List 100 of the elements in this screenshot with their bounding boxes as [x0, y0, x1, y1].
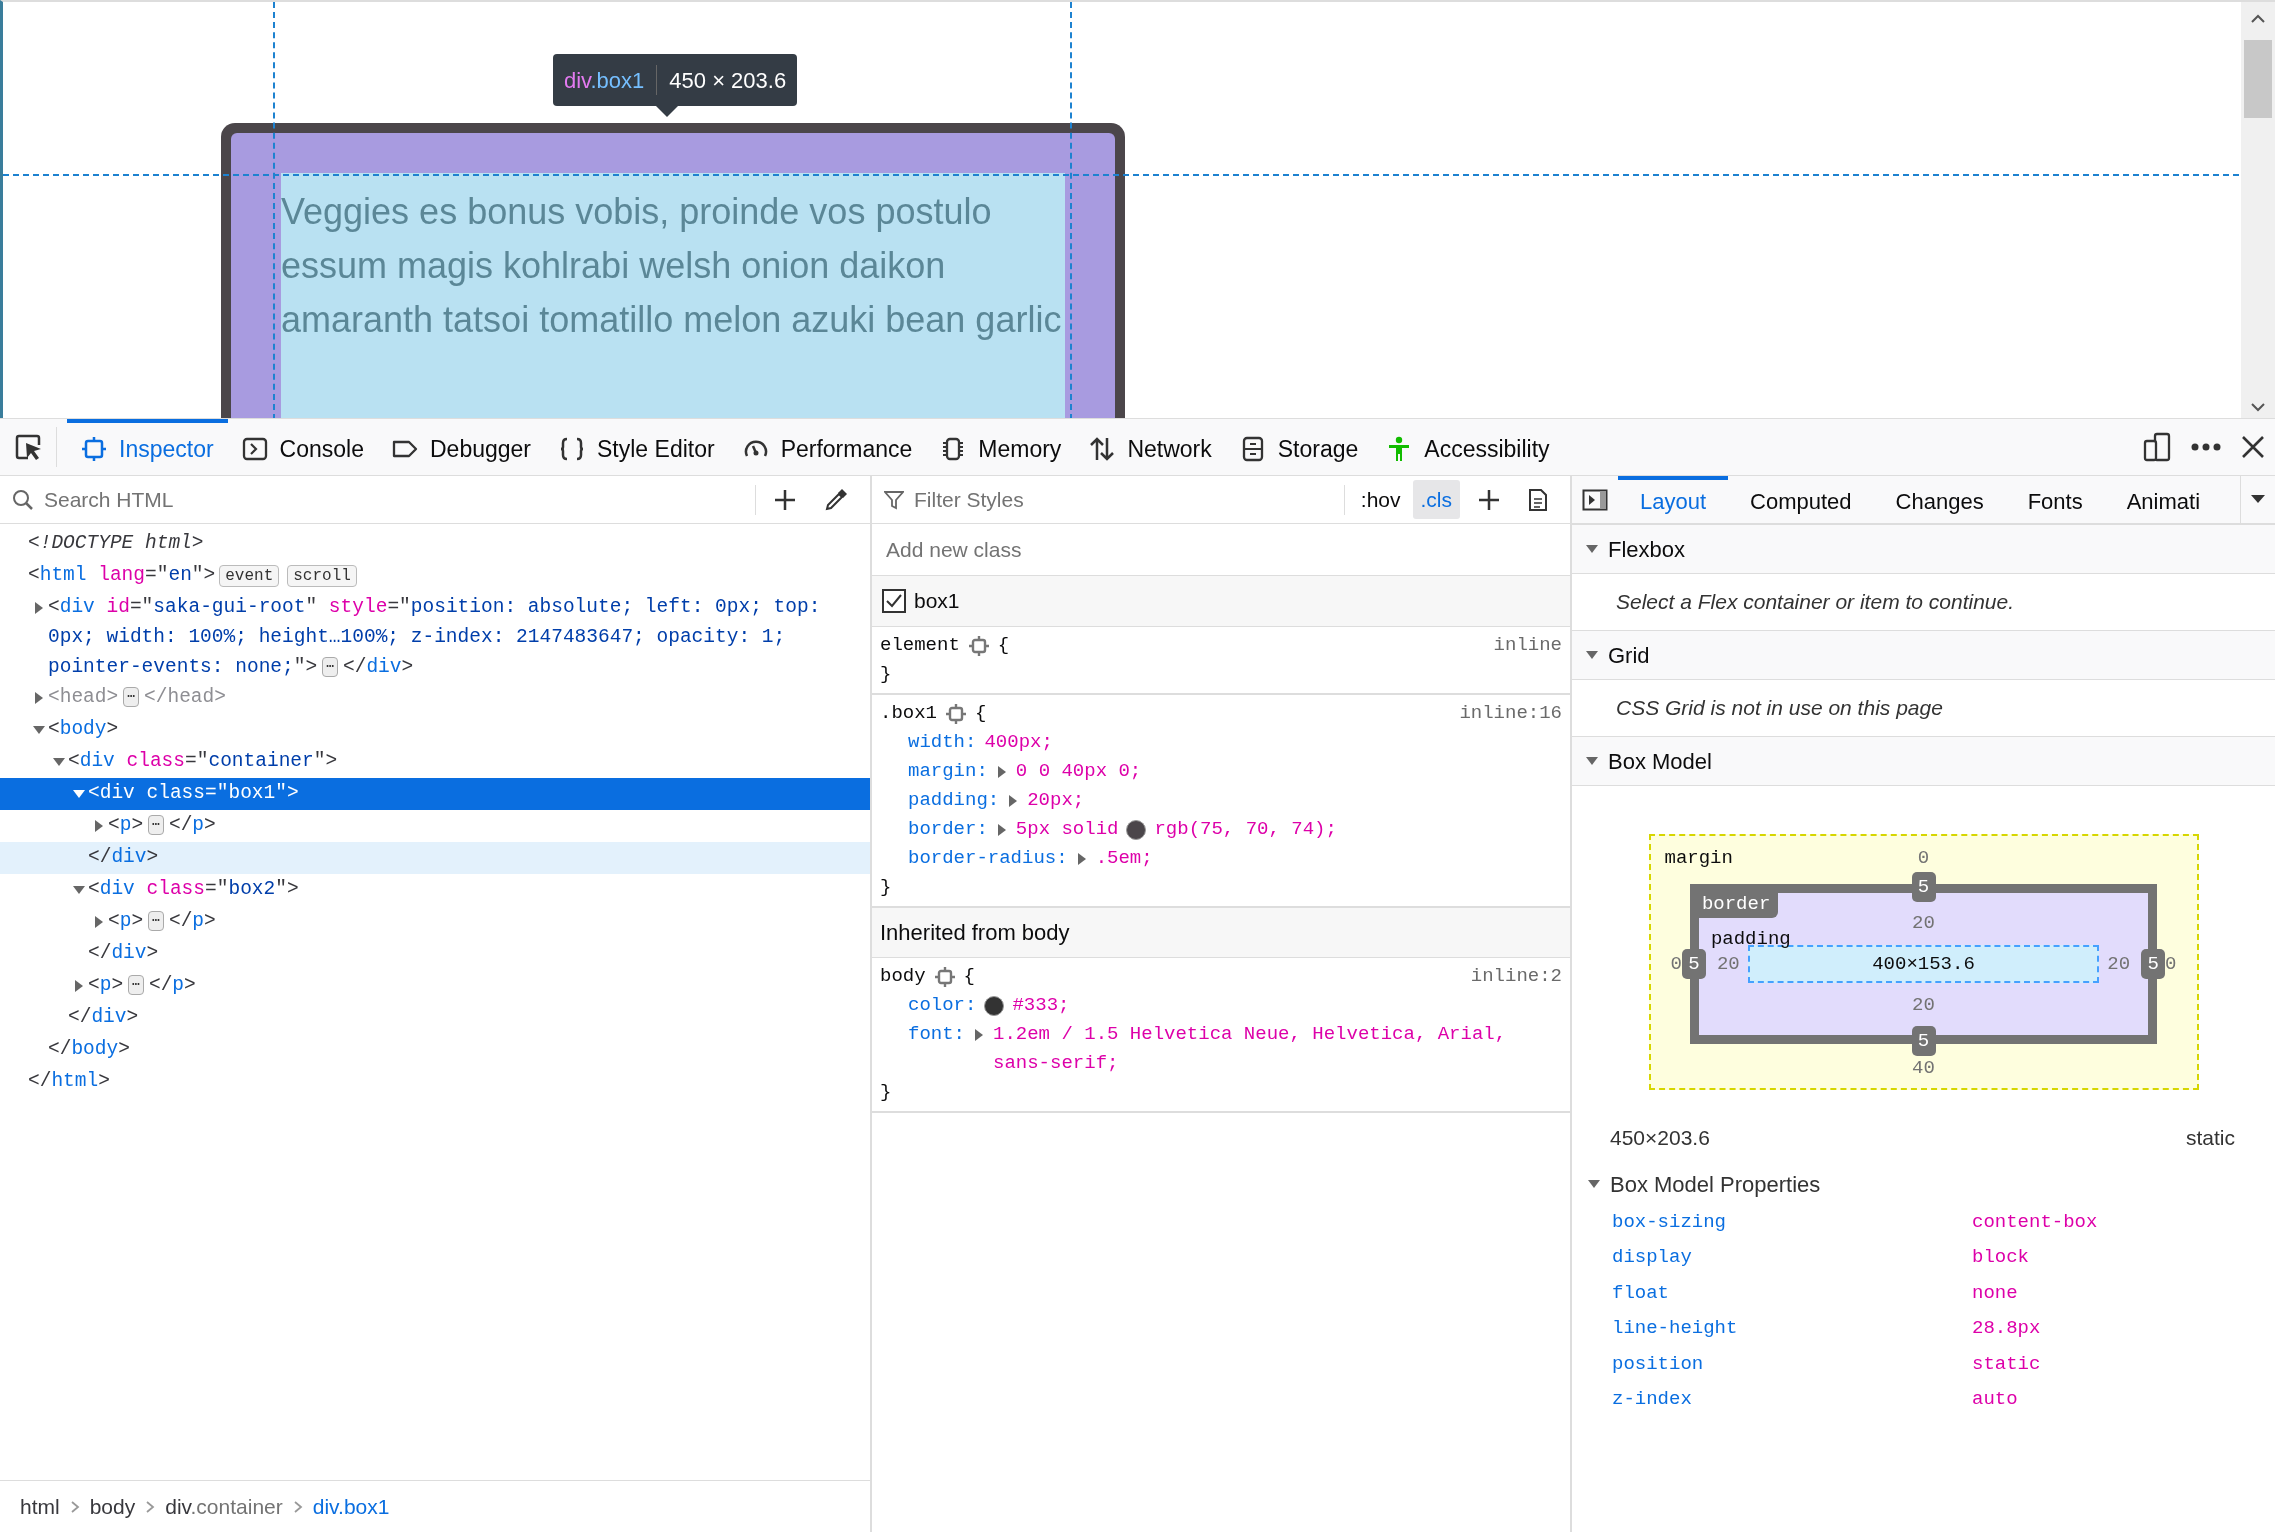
collapsed-content-button[interactable]: ⋯	[123, 686, 140, 707]
collapsed-content-button[interactable]: ⋯	[128, 974, 144, 995]
tree-row[interactable]: </div>	[0, 938, 870, 970]
border-value: 5	[1911, 872, 1936, 902]
tree-row[interactable]: <p> ⋯ </p>	[0, 970, 870, 1002]
tool-tab[interactable]: Storage	[1225, 419, 1373, 475]
rule-source-link[interactable]: inline:16	[1459, 699, 1562, 728]
markup-text: <p>	[108, 910, 144, 932]
expand-triangle-icon[interactable]	[93, 916, 105, 928]
expand-triangle-icon[interactable]	[995, 766, 1008, 778]
more-icon	[2191, 443, 2221, 451]
event-badge[interactable]: scroll	[287, 565, 357, 587]
expand-triangle-icon[interactable]	[73, 884, 85, 896]
caret-icon	[2251, 495, 2265, 504]
tool-tab[interactable]: Network	[1075, 419, 1226, 475]
expand-triangle-icon[interactable]	[1586, 543, 1598, 555]
open-brace: {	[997, 633, 1010, 658]
scrollbar-thumb[interactable]	[2244, 40, 2272, 118]
markup-text: </div>	[68, 1006, 139, 1028]
tool-tab[interactable]: Performance	[728, 419, 927, 475]
rule-source-link[interactable]: inline:2	[1470, 962, 1562, 991]
expand-triangle-icon[interactable]	[33, 724, 45, 736]
properties-header[interactable]: Box Model Properties	[1572, 1153, 2275, 1205]
section-header[interactable]: Box Model	[1572, 736, 2275, 786]
section-header[interactable]: Flexbox	[1572, 524, 2275, 574]
tree-row[interactable]: <div id="saka-gui-root" style="position: absolute; left: 0px; top: 0px; width: 100%; height…100%; z-index: 2147483647; opacity: 1; pointer-events: none;"> ⋯ </div>	[0, 592, 870, 682]
close-brace: }	[880, 876, 892, 898]
breadcrumb-item[interactable]: div.box1	[312, 1490, 390, 1523]
scroll-up-icon[interactable]	[2250, 14, 2266, 24]
sidebar-tab[interactable]: Fonts	[2005, 476, 2105, 523]
tree-row[interactable]: <html lang="en"> event scroll	[0, 560, 870, 592]
property-name: color:	[908, 993, 977, 1018]
tree-row[interactable]: <body>	[0, 714, 870, 746]
toggle-button[interactable]: :hov	[1352, 479, 1409, 520]
event-badge[interactable]: event	[219, 565, 280, 587]
expand-triangle-icon[interactable]	[93, 820, 105, 832]
tree-row[interactable]: <head> ⋯ </head>	[0, 682, 870, 714]
rule-source-link[interactable]: inline	[1493, 631, 1562, 660]
tree-row[interactable]: <div class="container">	[0, 746, 870, 778]
plus-icon	[1478, 488, 1500, 511]
property-name: border-radius:	[908, 846, 1068, 871]
tree-row[interactable]: </html>	[0, 1066, 870, 1098]
tree-row[interactable]: <p> ⋯ </p>	[0, 906, 870, 938]
tree-row[interactable]: </div>	[0, 1002, 870, 1034]
search-field[interactable]: Search HTML	[42, 482, 747, 517]
expand-triangle-icon[interactable]	[33, 692, 45, 704]
tree-row[interactable]: <!DOCTYPE html>	[0, 528, 870, 560]
tool-tab[interactable]: Memory	[926, 419, 1076, 475]
expand-triangle-icon[interactable]	[1586, 755, 1598, 767]
expand-triangle-icon[interactable]	[1586, 649, 1598, 661]
property-value: auto	[1972, 1388, 2018, 1410]
collapsed-content-button[interactable]: ⋯	[322, 656, 338, 677]
property-value: .5em;	[1095, 846, 1153, 871]
expand-triangle-icon[interactable]	[995, 824, 1008, 836]
breadcrumb-item[interactable]: html	[20, 1490, 60, 1523]
markup-text: </head>	[144, 686, 226, 708]
open-brace: {	[963, 964, 975, 989]
tool-tab[interactable]: Inspector	[67, 419, 228, 475]
tool-tab[interactable]: Accessibility	[1372, 419, 1564, 475]
filter-field[interactable]: Filter Styles	[912, 482, 1336, 517]
expand-triangle-icon[interactable]	[1075, 853, 1088, 865]
expand-triangle-icon[interactable]	[1588, 1178, 1600, 1190]
section-header[interactable]: Grid	[1572, 630, 2275, 680]
breadcrumb-item[interactable]: div.container	[165, 1490, 283, 1523]
tree-row[interactable]: <p> ⋯ </p>	[0, 810, 870, 842]
node-highlight-icon[interactable]	[945, 702, 967, 725]
tree-row[interactable]: <div class="box2">	[0, 874, 870, 906]
expand-triangle-icon[interactable]	[73, 980, 85, 992]
breadcrumb-item[interactable]: body	[89, 1490, 136, 1523]
collapsed-content-button[interactable]: ⋯	[148, 814, 164, 835]
tree-row[interactable]: <div class="box1">	[0, 778, 870, 810]
tree-row[interactable]: </body>	[0, 1034, 870, 1066]
sidebar-tab[interactable]: Computed	[1728, 476, 1874, 523]
collapsed-content-button[interactable]: ⋯	[148, 910, 164, 931]
open-brace: {	[975, 701, 987, 726]
node-highlight-icon[interactable]	[967, 634, 990, 657]
markup-text: </div>	[88, 846, 159, 868]
color-swatch[interactable]	[984, 996, 1005, 1016]
class-checkbox[interactable]	[882, 589, 906, 613]
expand-triangle-icon[interactable]	[33, 602, 45, 614]
node-highlight-icon[interactable]	[933, 965, 956, 988]
filter-icon	[884, 489, 904, 510]
tool-tab[interactable]: Style Editor	[545, 419, 729, 475]
tool-tab[interactable]: Debugger	[378, 419, 546, 475]
chevron-icon	[145, 1499, 156, 1514]
tree-row[interactable]: </div>	[0, 842, 870, 874]
scroll-down-icon[interactable]	[2250, 402, 2266, 412]
markup-text: </p>	[168, 814, 216, 836]
markup-text: <!DOCTYPE html>	[28, 532, 204, 554]
sidebar-tab[interactable]: Changes	[1873, 476, 2006, 523]
tool-tab[interactable]: Console	[227, 419, 378, 475]
expand-triangle-icon[interactable]	[73, 788, 85, 800]
padding-label: padding	[1710, 927, 1791, 952]
add-class-field[interactable]: Add new class	[884, 532, 1558, 567]
color-swatch[interactable]	[1126, 820, 1147, 840]
toggle-button[interactable]: .cls	[1412, 479, 1460, 520]
sidebar-tab[interactable]: Animati	[2104, 476, 2223, 523]
expand-triangle-icon[interactable]	[53, 756, 65, 768]
expand-triangle-icon[interactable]	[973, 1029, 985, 1041]
markup-text: </p>	[148, 974, 196, 996]
